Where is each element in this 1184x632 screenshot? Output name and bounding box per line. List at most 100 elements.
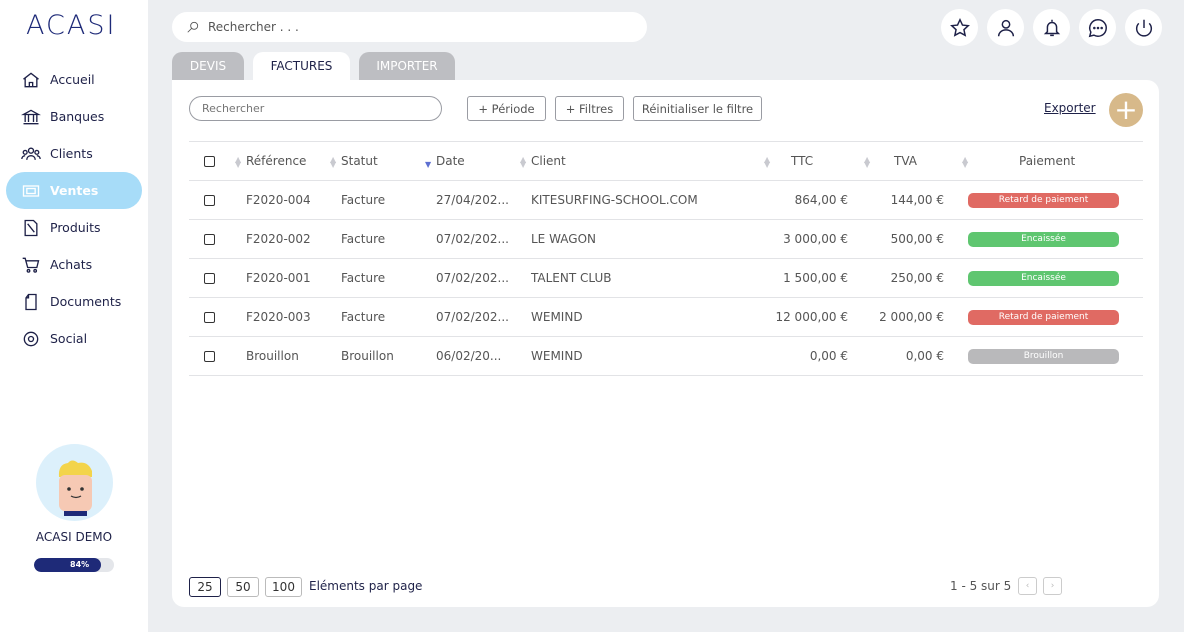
cell-client: LE WAGON [520, 219, 764, 259]
period-filter-button[interactable]: + Période [467, 96, 546, 121]
top-icons [941, 9, 1162, 46]
cell-reference[interactable]: Brouillon [235, 336, 330, 376]
cell-date: 07/02/202... [425, 258, 520, 298]
payment-status-badge: Encaissée [968, 270, 1119, 286]
reset-filter-button[interactable]: Réinitialiser le filtre [633, 96, 762, 121]
messages-button[interactable] [1079, 9, 1116, 46]
pagination-count: 1 - 5 sur 5 [950, 579, 1012, 593]
sidebar-item-accueil[interactable]: Accueil [6, 61, 142, 98]
sort-icon: ▲ ▼ [235, 154, 242, 169]
header-tva[interactable]: ▲ ▼ TVA [864, 141, 962, 181]
sidebar-item-documents[interactable]: Documents [6, 283, 142, 320]
cell-reference[interactable]: F2020-004 [235, 180, 330, 220]
header-date[interactable]: ▼ Date [425, 141, 520, 181]
document-icon [20, 291, 42, 313]
cell-client: WEMIND [520, 297, 764, 337]
notifications-button[interactable] [1033, 9, 1070, 46]
sidebar-item-banques[interactable]: Banques [6, 98, 142, 135]
sidebar-item-label: Documents [50, 294, 122, 309]
header-reference[interactable]: ▲ ▼ Référence [235, 141, 330, 181]
cell-client: WEMIND [520, 336, 764, 376]
header-client[interactable]: ▲ ▼ Client [520, 141, 764, 181]
page-size-50[interactable]: 50 [227, 577, 259, 597]
cell-status: Facture [330, 219, 425, 259]
table-row[interactable]: F2020-001 Facture 07/02/202... TALENT CLUB 1… [189, 258, 1143, 298]
cell-ttc: 864,00 € [764, 180, 864, 220]
per-page-label: Eléments par page [309, 579, 423, 593]
products-icon [20, 217, 42, 239]
cell-reference[interactable]: F2020-001 [235, 258, 330, 298]
tab-factures[interactable]: FACTURES [253, 52, 350, 80]
progress-label: 84% [34, 558, 102, 572]
cell-reference[interactable]: F2020-003 [235, 297, 330, 337]
cell-tva: 250,00 € [864, 258, 962, 298]
sort-icon: ▲ ▼ [330, 154, 337, 169]
invoices-table: ▲ ▼ Référence ▲ ▼ Statut ▼ Date ▲ ▼ Client ▲ ▼ TT… [189, 141, 1143, 376]
bell-icon [1043, 19, 1060, 36]
table-search-input[interactable] [189, 96, 442, 121]
payment-status-badge: Retard de paiement [968, 309, 1119, 325]
prev-page-button[interactable]: ‹ [1018, 577, 1037, 595]
next-page-button[interactable]: › [1043, 577, 1062, 595]
user-name: ACASI DEMO [35, 530, 113, 544]
sidebar-item-label: Clients [50, 146, 93, 161]
sidebar-item-clients[interactable]: Clients [6, 135, 142, 172]
profile-button[interactable] [987, 9, 1024, 46]
cart-icon [20, 254, 42, 276]
people-icon [20, 143, 42, 165]
row-checkbox[interactable] [204, 312, 215, 323]
header-ttc[interactable]: ▲ ▼ TTC [764, 141, 864, 181]
cell-date: 07/02/202... [425, 297, 520, 337]
table-row[interactable]: F2020-004 Facture 27/04/202... KITESURFING-… [189, 180, 1143, 220]
page-size-100[interactable]: 100 [265, 577, 302, 597]
profile-progress-bar: 84% [34, 558, 114, 572]
cell-reference[interactable]: F2020-002 [235, 219, 330, 259]
cell-tva: 144,00 € [864, 180, 962, 220]
sidebar-item-label: Banques [50, 109, 105, 124]
app-logo[interactable]: ACASI [26, 10, 116, 41]
table-row[interactable]: F2020-003 Facture 07/02/202... WEMIND 12 000… [189, 297, 1143, 337]
sort-desc-icon: ▼ [425, 159, 432, 169]
sales-icon [20, 180, 42, 202]
table-row[interactable]: Brouillon Brouillon 06/02/20... WEMIND 0,00 … [189, 336, 1143, 376]
payment-status-badge: Retard de paiement [968, 192, 1119, 208]
tab-devis[interactable]: DEVIS [172, 52, 244, 80]
row-checkbox[interactable] [204, 351, 215, 362]
export-link[interactable]: Exporter [1044, 101, 1096, 115]
header-status[interactable]: ▲ ▼ Statut [330, 141, 425, 181]
add-invoice-button[interactable]: + [1109, 93, 1143, 127]
tab-importer[interactable]: IMPORTER [359, 52, 455, 80]
sidebar-item-label: Accueil [50, 72, 95, 87]
chat-icon [1088, 18, 1107, 37]
table-row[interactable]: F2020-002 Facture 07/02/202... LE WAGON 3 00… [189, 219, 1143, 259]
cell-client: KITESURFING-SCHOOL.COM [520, 180, 764, 220]
cell-status: Facture [330, 180, 425, 220]
sidebar-item-label: Achats [50, 257, 93, 272]
cell-status: Brouillon [330, 336, 425, 376]
sort-icon: ▲ ▼ [864, 154, 871, 169]
header-payment[interactable]: ▲ ▼ Paiement [962, 141, 1143, 181]
sidebar-item-label: Ventes [50, 183, 99, 198]
row-checkbox[interactable] [204, 195, 215, 206]
select-all-checkbox[interactable] [204, 156, 215, 167]
tabs: DEVIS FACTURES IMPORTER [172, 52, 455, 80]
logout-button[interactable] [1125, 9, 1162, 46]
cell-ttc: 1 500,00 € [764, 258, 864, 298]
row-checkbox[interactable] [204, 273, 215, 284]
sidebar-item-ventes[interactable]: Ventes [6, 172, 142, 209]
sidebar-item-achats[interactable]: Achats [6, 246, 142, 283]
cell-date: 07/02/202... [425, 219, 520, 259]
sidebar-item-social[interactable]: Social [6, 320, 142, 357]
filters-button[interactable]: + Filtres [555, 96, 624, 121]
favorites-button[interactable] [941, 9, 978, 46]
avatar[interactable] [36, 444, 113, 521]
cell-ttc: 3 000,00 € [764, 219, 864, 259]
global-search-input[interactable] [208, 20, 608, 34]
payment-status-badge: Brouillon [968, 348, 1119, 364]
row-checkbox[interactable] [204, 234, 215, 245]
sidebar: ACASI Accueil Banques Clients Ventes Pro… [0, 0, 148, 632]
sidebar-item-produits[interactable]: Produits [6, 209, 142, 246]
cell-status: Facture [330, 297, 425, 337]
cell-date: 27/04/202... [425, 180, 520, 220]
page-size-25[interactable]: 25 [189, 577, 221, 597]
